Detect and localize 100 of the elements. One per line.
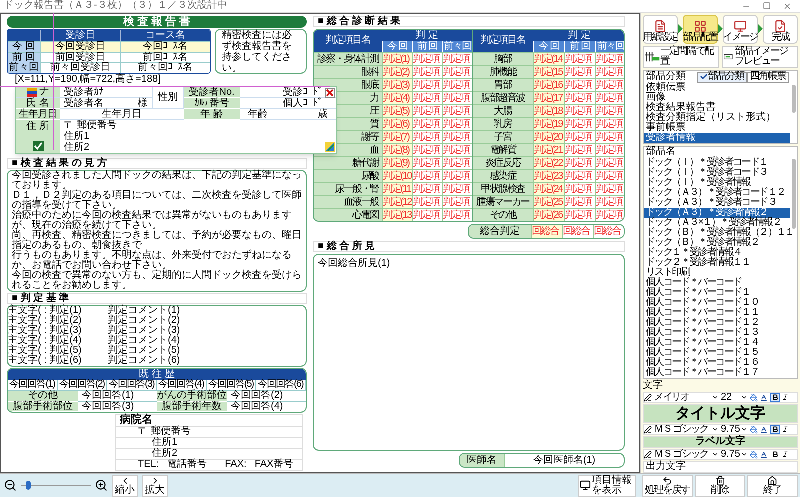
judgement-cell: 判定項 — [564, 130, 595, 143]
judgement-cell: 判定項 — [595, 91, 624, 104]
report-title: 検 査 報 告 書 — [7, 16, 307, 28]
row-label: 今 回 — [8, 42, 40, 52]
guide-text: 尚、再検査、精密検査につきましては、予約が必要なもの、曜日指定のあるもの、朝食抜きで — [12, 231, 302, 251]
font-name[interactable]: ＭＳ ゴシック — [654, 450, 710, 460]
row-label: 腫瘍マーカー — [473, 195, 533, 208]
step-button[interactable]: 完成 — [763, 14, 798, 44]
undo-button[interactable]: 処理を戻す — [642, 474, 693, 496]
font-name[interactable]: メイリオ — [654, 392, 710, 402]
judgement-cell: 回総合 — [593, 225, 624, 238]
row-label: 前 回 — [8, 52, 40, 62]
guide-text: 今回受診されました人間ドックの結果は、下記の判定基準になっております。 — [12, 171, 302, 191]
notice-text: 精密検査には必ず検査報告書を持参してください。 — [215, 29, 307, 74]
list-header: 部品名 — [645, 147, 677, 158]
tool-button[interactable]: 一定間隔で配置 — [643, 46, 719, 68]
judgement-cell: 判定項 — [412, 78, 442, 91]
step-button[interactable]: 部品配置 — [683, 14, 718, 44]
judgement-cell: 判定項 — [412, 130, 442, 143]
column-header: 前々回 — [595, 41, 624, 52]
panel-heading: 文字 — [643, 381, 664, 391]
unit-text: 歳 — [318, 109, 328, 119]
shrink-button[interactable]: 縮小 — [112, 474, 138, 496]
field-value: 今回回答(1) — [81, 391, 136, 401]
field-value: 受診者名 — [64, 98, 104, 108]
judgement-cell: 判定項 — [442, 143, 472, 156]
judgement-cell: 判定項 — [564, 104, 595, 117]
category-item[interactable]: 事前帳票 — [644, 123, 790, 133]
judgement-cell: 判定項 — [442, 52, 472, 65]
part-item[interactable]: ドック（Ｉ）＊受診者情報 — [644, 178, 790, 188]
category-item[interactable]: 検査分類指定（リスト形式） — [644, 113, 790, 123]
fax-label: FAX: — [225, 460, 247, 470]
table-cell: 今回回答(6) — [256, 380, 306, 390]
judgement-cell: 判定項 — [595, 65, 624, 78]
table-cell: 今回回答(5) — [206, 380, 256, 390]
column-header: 前 回 — [412, 41, 442, 52]
part-item[interactable]: ドック２＊受診者情報１１ — [644, 258, 790, 268]
part-item[interactable]: 個人コード＊バーコード１１ — [644, 308, 790, 318]
row-label: 肺機能 — [473, 65, 533, 78]
font-name[interactable]: ＭＳ ゴシック — [654, 424, 710, 434]
field-value: 今回医師名(1) — [504, 454, 624, 467]
row-label: 電解質 — [473, 143, 533, 156]
toggle-button[interactable]: 部品分類 — [697, 72, 747, 82]
font-size[interactable]: 22 — [721, 392, 739, 402]
row-label: 炎症反応 — [473, 156, 533, 169]
category-item[interactable]: 画像 — [644, 93, 790, 103]
part-item[interactable]: ドック（Ａ３）＊受診者コード３ — [644, 198, 790, 208]
font-size[interactable]: 9.75 — [721, 424, 739, 434]
category-item[interactable]: 依頼伝票 — [644, 83, 790, 93]
judgement-cell: 判定項 — [442, 117, 472, 130]
judgement-cell: 判定(14 — [533, 52, 564, 65]
part-item[interactable]: ドック（Ｂ）＊受診者情報（２）１１ — [644, 228, 790, 238]
row-label: 医師名 — [460, 454, 504, 467]
part-item[interactable]: ドック（Ａ３×１）＊受診者情報２ — [644, 218, 790, 228]
field-value: 今回回答(4) — [227, 401, 306, 412]
part-item[interactable]: 個人コード＊バーコード１７ — [644, 368, 790, 378]
address-line: 住所1 — [64, 131, 90, 142]
row-label: 腹部超音波 — [473, 91, 533, 104]
toggle-button[interactable]: 四角帳票 — [747, 72, 789, 82]
table-cell: 今回回答(1) — [8, 380, 58, 390]
judgement-cell: 判定(26 — [533, 208, 564, 221]
table-cell: 今回回答(3) — [107, 380, 157, 390]
delete-button[interactable]: 削除 — [694, 474, 746, 496]
judgement-cell: 判定項 — [564, 52, 595, 65]
phone-label: TEL: — [138, 460, 160, 470]
column-header: 判定項目名 — [314, 30, 382, 52]
part-item[interactable]: リスト印刷 — [644, 268, 790, 278]
part-item[interactable]: ドック１＊受診者情報４ — [644, 248, 790, 258]
enlarge-button[interactable]: 拡大 — [142, 474, 168, 496]
judgement-cell: 判定項 — [564, 195, 595, 208]
part-item[interactable]: ドック（Ｉ）＊受診者コード３ — [644, 168, 790, 178]
criteria-comment: 判定コメント(5) — [108, 346, 180, 356]
step-button[interactable]: イメージ — [723, 14, 758, 44]
step-button[interactable]: 用紙設定 — [643, 14, 678, 44]
font-size[interactable]: 9.75 — [721, 450, 739, 460]
judgement-cell: 判定項 — [442, 169, 472, 182]
judgement-cell: 判定項 — [442, 156, 472, 169]
part-item[interactable]: 個人コード＊バーコード１２ — [644, 318, 790, 328]
column-header: 今 回 — [382, 41, 412, 52]
part-item[interactable]: 個人コード＊バーコード — [644, 278, 790, 288]
category-item[interactable]: 検査結果報告書 — [644, 103, 790, 113]
part-item[interactable]: 個人コード＊バーコード１３ — [644, 328, 790, 338]
judgement-cell: 判定項 — [595, 143, 624, 156]
judgement-cell: 判定(1) — [382, 52, 412, 65]
part-item[interactable]: 個人コード＊バーコード１５ — [644, 348, 790, 358]
judgement-cell: 判定(6) — [382, 117, 412, 130]
part-item[interactable]: 個人コード＊バーコード１６ — [644, 358, 790, 368]
part-item[interactable]: 個人コード＊バーコード１ — [644, 288, 790, 298]
part-item[interactable]: ドック（Ｂ）＊受診者情報２ — [644, 238, 790, 248]
part-item[interactable]: 個人コード＊バーコード１４ — [644, 338, 790, 348]
field-value: 個人ｺｰﾄﾞ — [240, 98, 336, 109]
judgement-cell: 判定項 — [564, 117, 595, 130]
column-header: 前々回 — [442, 41, 472, 52]
part-item[interactable]: ドック（Ａ３）＊受診者コード１２ — [644, 188, 790, 198]
postal-code: 〒 郵便番号 — [116, 426, 302, 437]
part-item[interactable]: 個人コード＊バーコード１０ — [644, 298, 790, 308]
part-item[interactable]: ドック（Ｉ）＊受診者コード１ — [644, 158, 790, 168]
exit-button[interactable]: 終了 — [747, 474, 798, 496]
item-info-button[interactable]: 項目情報を表示 — [578, 474, 636, 496]
tool-button[interactable]: 部品イメージプレビュー — [722, 46, 798, 68]
